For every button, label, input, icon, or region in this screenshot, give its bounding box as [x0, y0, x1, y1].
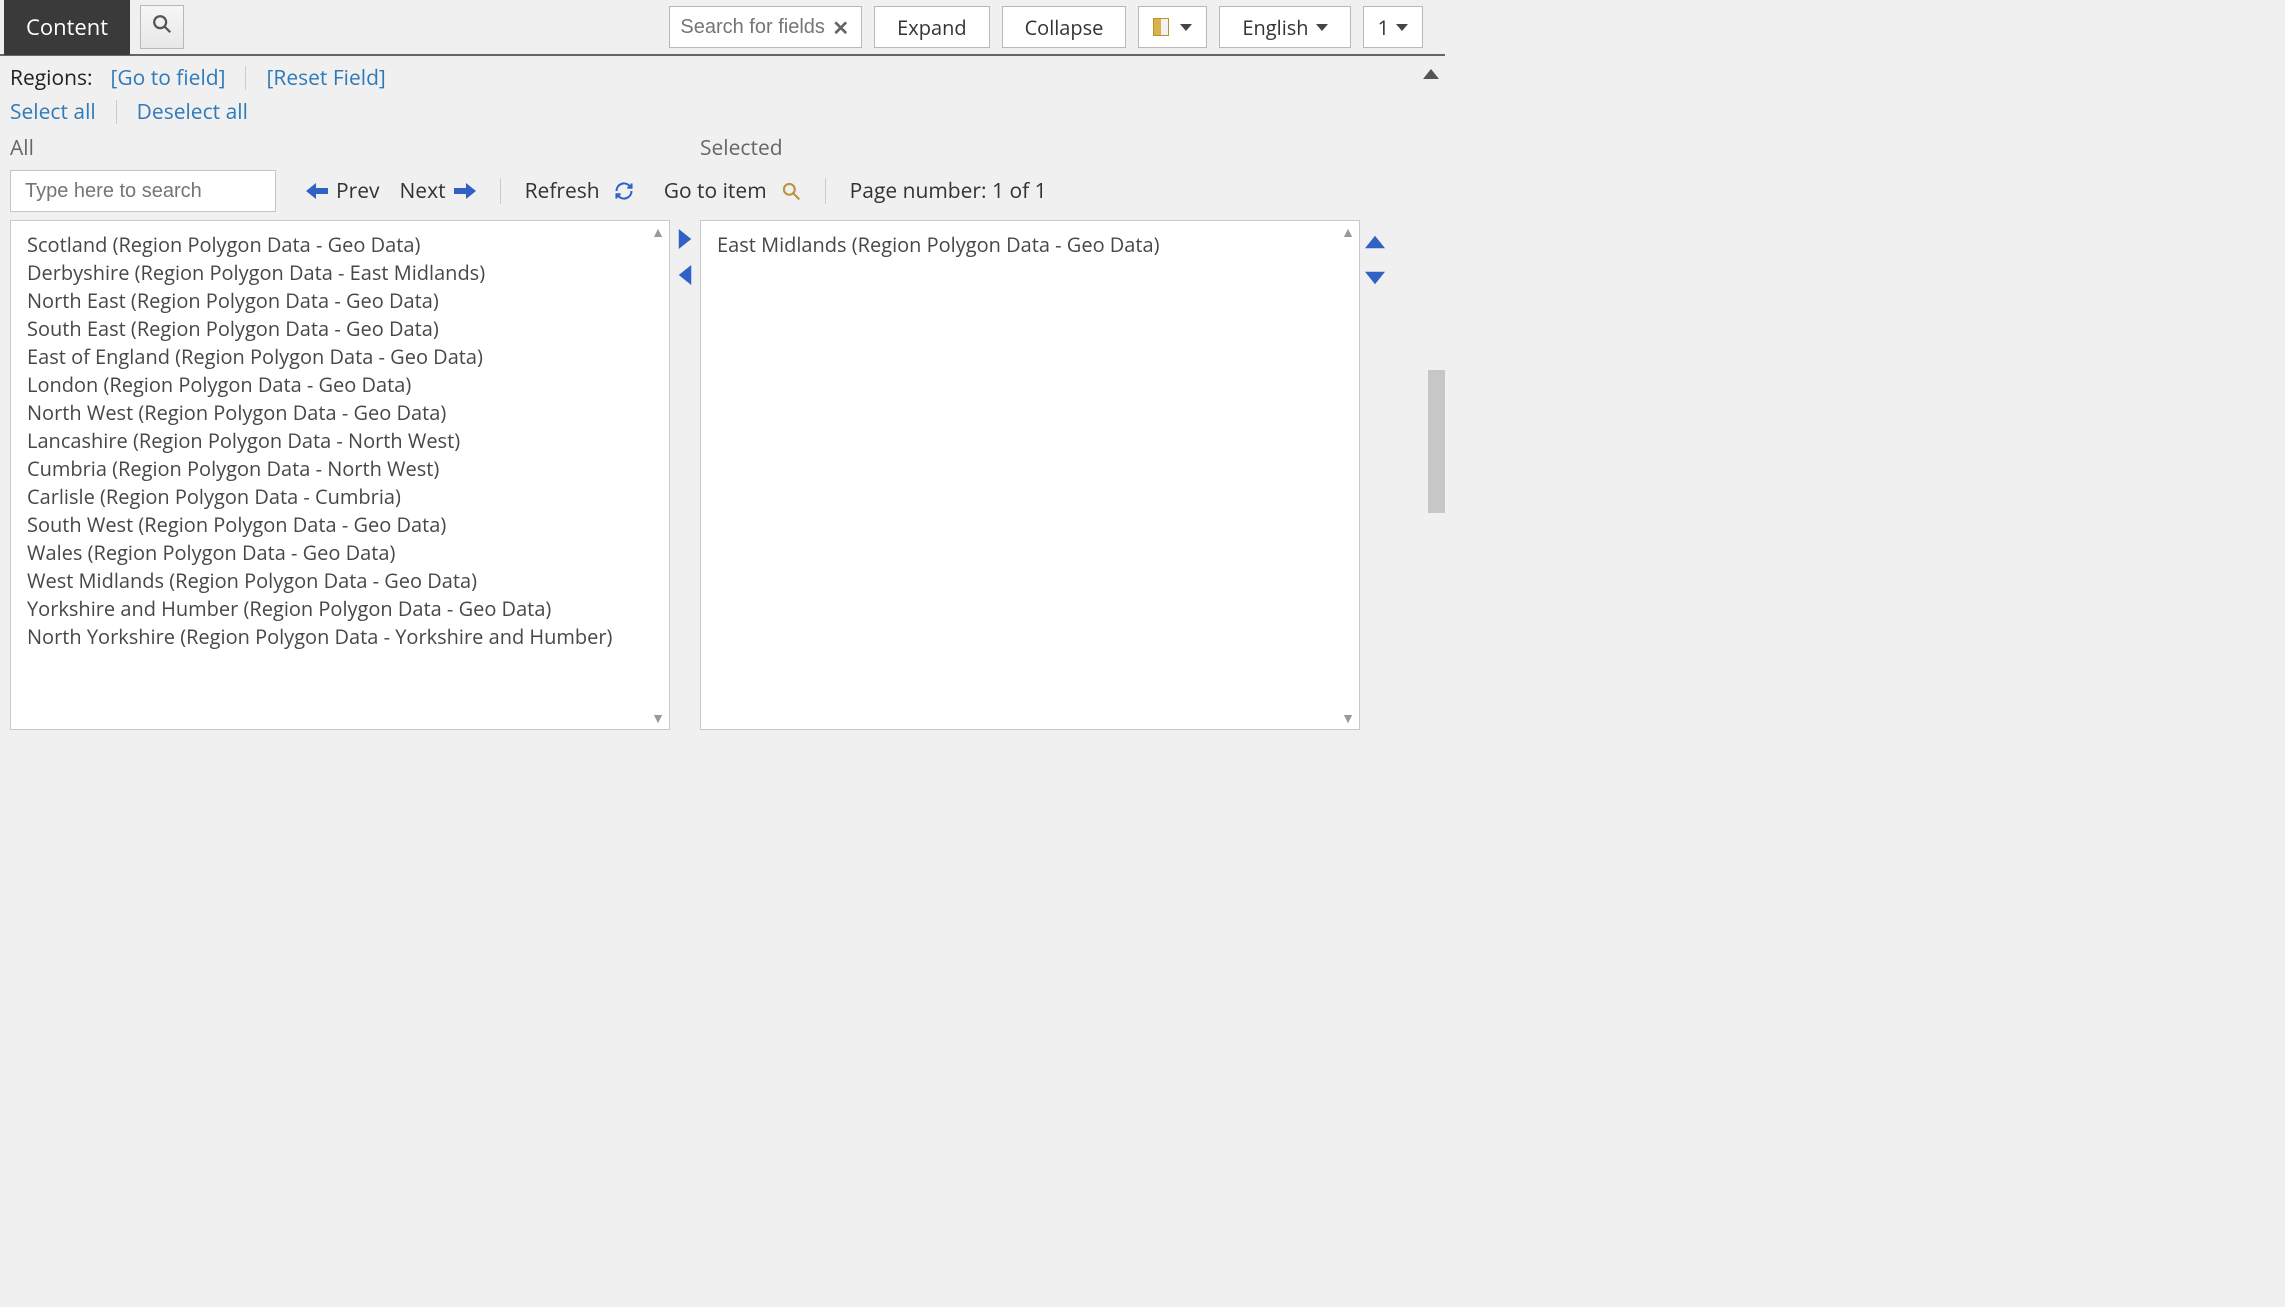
move-right-button[interactable] [677, 226, 693, 256]
deselect-all-link[interactable]: Deselect all [137, 98, 248, 126]
scroll-up-icon[interactable]: ▲ [1339, 223, 1357, 241]
separator [500, 178, 501, 204]
filter-input[interactable] [10, 170, 276, 212]
actions-row: Prev Next Refresh Go to item [0, 166, 1445, 220]
refresh-label: Refresh [525, 177, 600, 205]
list-item[interactable]: East Midlands (Region Polygon Data - Geo… [717, 231, 1343, 259]
top-toolbar: Content ✕ Expand Collapse English [0, 0, 1445, 56]
list-item[interactable]: London (Region Polygon Data - Geo Data) [27, 371, 653, 399]
field-search[interactable]: ✕ [669, 6, 862, 48]
dual-list: Scotland (Region Polygon Data - Geo Data… [0, 220, 1445, 740]
move-down-button[interactable] [1365, 262, 1385, 292]
search-button[interactable] [140, 5, 184, 49]
separator [825, 178, 826, 204]
chevron-down-icon [1316, 24, 1328, 31]
list-item[interactable]: South West (Region Polygon Data - Geo Da… [27, 511, 653, 539]
next-label: Next [400, 177, 446, 205]
app-canvas: Content ✕ Expand Collapse English [0, 0, 1445, 826]
chevron-down-icon [1396, 24, 1408, 31]
list-item[interactable]: North West (Region Polygon Data - Geo Da… [27, 399, 653, 427]
scroll-down-icon[interactable]: ▼ [1339, 709, 1357, 727]
list-item[interactable]: Yorkshire and Humber (Region Polygon Dat… [27, 595, 653, 623]
standard-values-dropdown[interactable] [1138, 6, 1207, 48]
language-label: English [1242, 14, 1308, 41]
collapse-label: Collapse [1025, 14, 1104, 41]
next-button[interactable]: Next [400, 176, 476, 206]
clear-search-icon[interactable]: ✕ [828, 14, 853, 41]
list-item[interactable]: East of England (Region Polygon Data - G… [27, 343, 653, 371]
list-item[interactable]: Scotland (Region Polygon Data - Geo Data… [27, 231, 653, 259]
go-to-field-link[interactable]: [Go to field] [111, 64, 226, 92]
refresh-icon [614, 181, 634, 201]
expand-label: Expand [897, 14, 966, 41]
tab-content-label: Content [26, 12, 108, 42]
language-dropdown[interactable]: English [1219, 6, 1350, 48]
scroll-up-icon[interactable]: ▲ [649, 223, 667, 241]
paging-nav: Prev Next [306, 176, 476, 206]
book-icon [1153, 18, 1169, 36]
field-search-input[interactable] [678, 15, 828, 40]
page-scrollbar-thumb[interactable] [1428, 370, 1445, 513]
version-label: 1 [1378, 14, 1389, 41]
tab-content[interactable]: Content [4, 0, 130, 55]
reorder-controls [1360, 220, 1390, 730]
list-item[interactable]: North Yorkshire (Region Polygon Data - Y… [27, 623, 653, 651]
list-item[interactable]: Derbyshire (Region Polygon Data - East M… [27, 259, 653, 287]
collapse-section-icon[interactable] [1423, 58, 1439, 86]
selected-items-listbox[interactable]: East Midlands (Region Polygon Data - Geo… [700, 220, 1360, 730]
field-link-row: Regions: [Go to field] [Reset Field] [0, 56, 1445, 94]
list-item[interactable]: North East (Region Polygon Data - Geo Da… [27, 287, 653, 315]
expand-button[interactable]: Expand [874, 6, 989, 48]
arrow-right-icon [454, 176, 476, 206]
list-item[interactable]: Lancashire (Region Polygon Data - North … [27, 427, 653, 455]
scroll-down-icon[interactable]: ▼ [649, 709, 667, 727]
field-name-label: Regions: [10, 64, 93, 92]
go-to-item-label: Go to item [664, 177, 767, 205]
separator [245, 66, 246, 90]
go-to-item-button[interactable]: Go to item [664, 177, 801, 205]
selected-column-header: Selected [700, 134, 1435, 162]
list-item[interactable]: South East (Region Polygon Data - Geo Da… [27, 315, 653, 343]
refresh-button[interactable]: Refresh [525, 177, 634, 205]
version-dropdown[interactable]: 1 [1363, 6, 1423, 48]
move-left-button[interactable] [677, 262, 693, 292]
collapse-button[interactable]: Collapse [1002, 6, 1127, 48]
reset-field-link[interactable]: [Reset Field] [266, 64, 385, 92]
transfer-controls [670, 220, 700, 730]
list-item[interactable]: Wales (Region Polygon Data - Geo Data) [27, 539, 653, 567]
arrow-left-icon [306, 176, 328, 206]
prev-label: Prev [336, 177, 380, 205]
separator [116, 100, 117, 124]
list-item[interactable]: Cumbria (Region Polygon Data - North Wes… [27, 455, 653, 483]
move-up-button[interactable] [1365, 226, 1385, 256]
search-icon [151, 13, 173, 42]
magnifier-icon [781, 181, 801, 201]
select-all-link[interactable]: Select all [10, 98, 96, 126]
list-item[interactable]: Carlisle (Region Polygon Data - Cumbria) [27, 483, 653, 511]
column-headers: All Selected [0, 128, 1445, 166]
prev-button[interactable]: Prev [306, 176, 380, 206]
all-column-header: All [10, 134, 700, 162]
select-links-row: Select all Deselect all [0, 94, 1445, 128]
page-info: Page number: 1 of 1 [850, 177, 1047, 205]
list-item[interactable]: West Midlands (Region Polygon Data - Geo… [27, 567, 653, 595]
chevron-down-icon [1180, 24, 1192, 31]
all-items-listbox[interactable]: Scotland (Region Polygon Data - Geo Data… [10, 220, 670, 730]
